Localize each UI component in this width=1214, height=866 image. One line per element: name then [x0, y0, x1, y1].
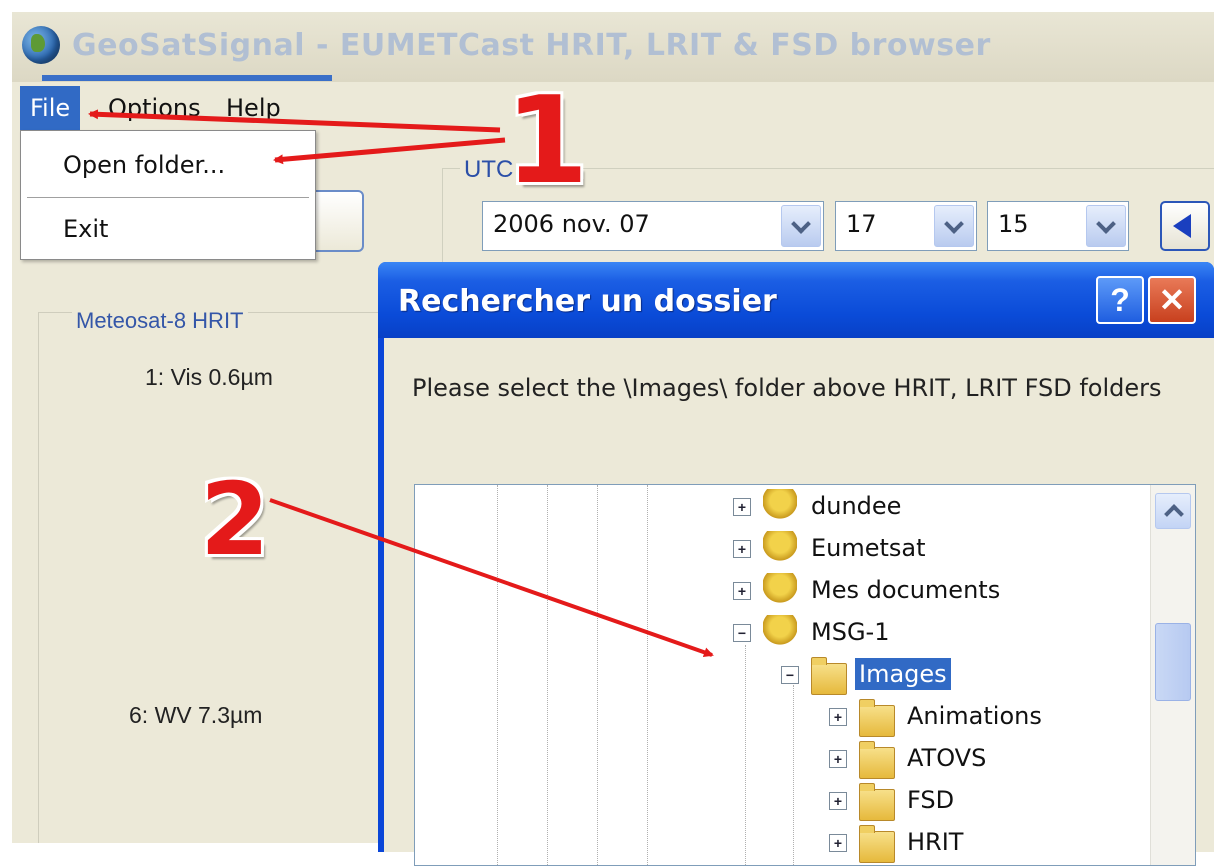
collapse-icon[interactable]: −	[781, 666, 799, 684]
globe-icon	[22, 26, 60, 64]
collapse-icon[interactable]: −	[733, 624, 751, 642]
tree-guide-line	[793, 685, 794, 865]
dialog-title: Rechercher un dossier	[398, 284, 777, 319]
dialog-title-bar: Rechercher un dossier ? ✕	[378, 262, 1214, 338]
tree-item-label: Mes documents	[811, 576, 1001, 604]
tree-item-label: MSG-1	[811, 618, 890, 646]
minute-value: 15	[998, 210, 1029, 238]
channel-6-label: 6: WV 7.3µm	[129, 702, 263, 728]
title-bar: GeoSatSignal - EUMETCast HRIT, LRIT & FS…	[12, 12, 1214, 82]
expand-icon[interactable]: +	[733, 540, 751, 558]
hour-select[interactable]: 17	[835, 201, 977, 251]
tree-guide-line	[547, 485, 548, 865]
dialog-body: Please select the \Images\ folder above …	[384, 338, 1214, 866]
tree-guide-line	[647, 485, 648, 865]
tree-item-label: Animations	[907, 702, 1042, 730]
network-folder-icon	[763, 489, 797, 519]
tree-item-label: Eumetsat	[811, 534, 926, 562]
chevron-down-icon[interactable]	[934, 205, 974, 247]
expand-icon[interactable]: +	[733, 498, 751, 516]
expand-icon[interactable]: +	[829, 750, 847, 768]
menu-help[interactable]: Help	[216, 86, 291, 130]
meteosat-label: Meteosat-8 HRIT	[72, 308, 248, 334]
file-menu-dropdown: Open folder... Exit	[20, 130, 316, 260]
menu-options[interactable]: Options	[98, 86, 211, 130]
menu-file[interactable]: File	[20, 86, 81, 130]
tree-item-label: FSD	[907, 786, 955, 814]
browse-folder-dialog: Rechercher un dossier ? ✕ Please select …	[378, 262, 1214, 866]
network-folder-icon	[763, 573, 797, 603]
expand-icon[interactable]: +	[829, 834, 847, 852]
menu-separator	[27, 197, 309, 199]
folder-icon	[859, 699, 895, 737]
tree-item-label: HRIT	[907, 828, 964, 856]
menu-item-exit[interactable]: Exit	[63, 215, 108, 243]
scroll-up-icon[interactable]	[1155, 493, 1191, 529]
chevron-down-icon[interactable]	[1086, 205, 1126, 247]
previous-button[interactable]	[1160, 201, 1210, 251]
menu-item-open-folder[interactable]: Open folder...	[63, 151, 225, 179]
network-folder-icon	[763, 615, 797, 645]
folder-icon	[859, 783, 895, 821]
hour-value: 17	[846, 210, 877, 238]
date-value: 2006 nov. 07	[493, 210, 650, 238]
network-folder-icon	[763, 531, 797, 561]
folder-tree[interactable]: + dundee + Eumetsat + Mes documents − MSG-1 − Ima…	[414, 484, 1196, 866]
help-button[interactable]: ?	[1096, 276, 1144, 324]
window-title: GeoSatSignal - EUMETCast HRIT, LRIT & FS…	[72, 28, 991, 63]
dialog-prompt: Please select the \Images\ folder above …	[412, 374, 1162, 402]
close-button[interactable]: ✕	[1148, 276, 1196, 324]
annotation-step-1: 1	[505, 72, 589, 211]
folder-icon	[859, 741, 895, 779]
annotation-step-2: 2	[200, 461, 270, 578]
channel-1-label: 1: Vis 0.6µm	[145, 364, 273, 390]
tree-item-label: dundee	[811, 492, 902, 520]
folder-icon	[859, 825, 895, 863]
chevron-down-icon[interactable]	[781, 205, 821, 247]
scroll-thumb[interactable]	[1155, 623, 1191, 701]
tree-guide-line	[745, 645, 746, 865]
title-accent-bar	[42, 75, 332, 81]
tree-guide-line	[497, 485, 498, 865]
minute-select[interactable]: 15	[987, 201, 1129, 251]
expand-icon[interactable]: +	[733, 582, 751, 600]
tree-scrollbar[interactable]	[1150, 485, 1195, 865]
tree-item-label: Images	[855, 658, 951, 690]
tree-guide-line	[597, 485, 598, 865]
open-folder-icon	[811, 657, 847, 695]
expand-icon[interactable]: +	[829, 708, 847, 726]
expand-icon[interactable]: +	[829, 792, 847, 810]
tree-item-label: ATOVS	[907, 744, 987, 772]
